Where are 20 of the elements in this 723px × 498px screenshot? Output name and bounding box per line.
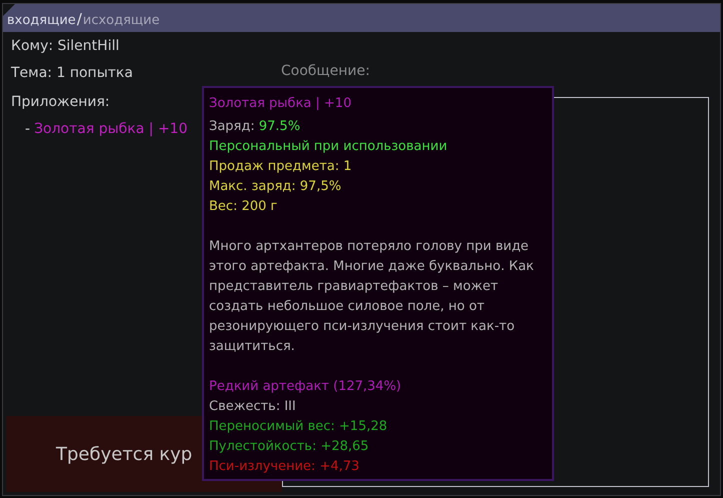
stat-value: 97.5% — [258, 118, 300, 136]
message-label: Сообщение: — [281, 64, 370, 78]
tooltip-line: Много артхантеров потеряло голову при виде этого артефакта. Многие даже буквально. Как представитель гравиартефактов – может создать небольшое силовое поле, но от резонирующего пси-излучения стоит как-то защититься. — [209, 238, 535, 356]
tooltip-line: Пулестойкость: +28,65 — [209, 438, 370, 456]
tooltip-line: Свежесть: III — [209, 398, 297, 416]
tooltip-title: Золотая рыбка | +10 — [209, 95, 352, 113]
tooltip-line: Продаж предмета: 1 — [209, 158, 353, 176]
tooltip-line: Редкий артефакт (127,34%) — [209, 378, 402, 396]
banner-text: Требуется кур — [56, 442, 192, 466]
tooltip-line: Макс. заряд: 97,5% — [209, 178, 342, 196]
list-bullet: - — [25, 120, 30, 139]
stat-label: Заряд: — [209, 118, 256, 136]
tab-separator: / — [76, 8, 83, 30]
tooltip-line: Пси-излучение: +4,73 — [209, 458, 360, 476]
tooltip-line: Переносимый вес: +15,28 — [209, 418, 388, 436]
mail-field: Тема: 1 попытка — [11, 63, 133, 84]
mail-field: Кому: SilentHill — [11, 36, 120, 57]
tooltip-line: Персональный при использовании — [209, 138, 448, 156]
tooltip-line: Вес: 200 г — [209, 198, 278, 216]
attachments-label: Приложения: — [11, 93, 110, 112]
